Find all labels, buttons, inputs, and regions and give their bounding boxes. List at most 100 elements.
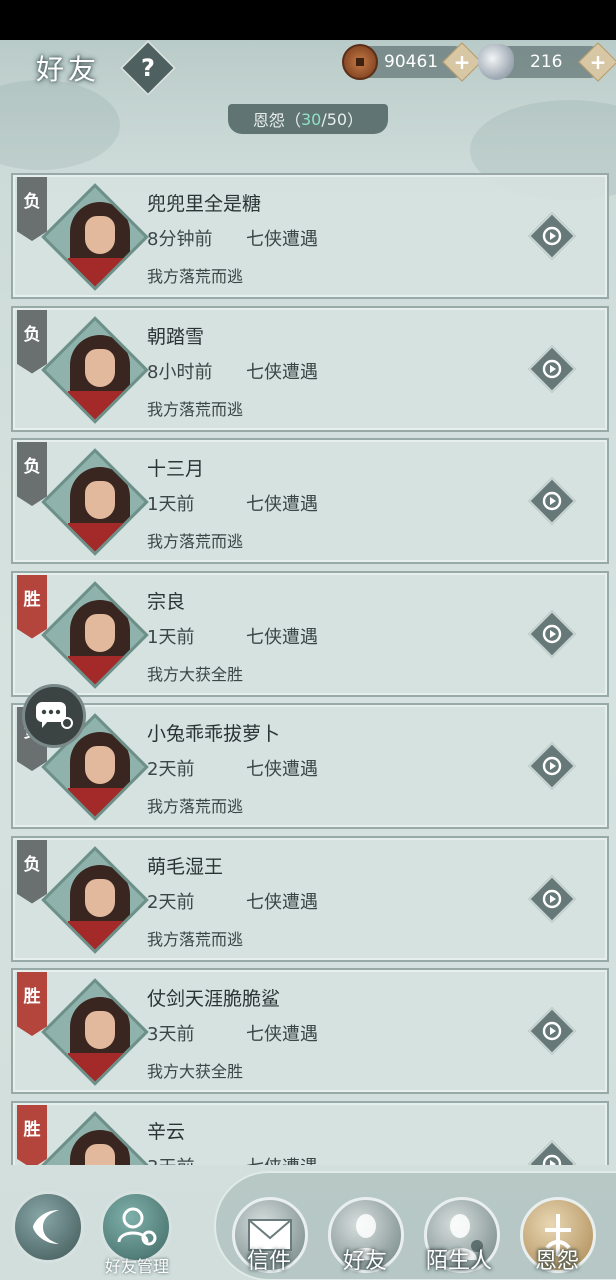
record-result: 我方大获全胜 bbox=[147, 1062, 244, 1081]
record-result: 我方落荒而逃 bbox=[147, 797, 244, 816]
enmity-record-card[interactable]: 胜 仗剑天涯脆脆鲨 3天前 七侠遭遇 我方大获全胜 bbox=[11, 968, 609, 1094]
player-name: 仗剑天涯脆脆鲨 bbox=[147, 988, 281, 1010]
replay-icon bbox=[537, 221, 567, 251]
result-tag: 胜 bbox=[17, 1104, 47, 1165]
record-event: 七侠遭遇 bbox=[246, 229, 318, 250]
portrait-icon bbox=[60, 334, 132, 421]
record-time: 1天前 bbox=[147, 494, 195, 515]
record-time: 3天前 bbox=[147, 1153, 194, 1166]
portrait-icon bbox=[60, 1129, 130, 1165]
replay-button[interactable] bbox=[527, 211, 577, 261]
portrait-icon bbox=[60, 599, 132, 686]
tab-label-friends: 好友 bbox=[342, 1249, 387, 1274]
replay-icon bbox=[537, 354, 567, 384]
player-name: 辛云 bbox=[147, 1120, 186, 1143]
record-time: 2天前 bbox=[147, 891, 195, 913]
replay-button[interactable] bbox=[527, 741, 577, 791]
enmity-record-card[interactable]: 负 小兔乖乖拔萝卜 2天前 七侠遭遇 我方落荒而逃 bbox=[11, 703, 609, 829]
replay-button[interactable] bbox=[527, 344, 577, 393]
record-time: 1天前 bbox=[147, 626, 195, 648]
portrait-icon bbox=[60, 864, 132, 951]
avatar[interactable] bbox=[41, 1110, 149, 1165]
copper-amount: 90461 bbox=[384, 52, 439, 72]
enmity-count-badge: 恩怨 （ 30 / 50 ） bbox=[228, 104, 388, 134]
friends-screen: 好友 ? 90461 + 216 + 恩怨 （ 30 / 50 ） 负 兜兜里全… bbox=[0, 40, 616, 1280]
enmity-record-card[interactable]: 负 萌毛湿王 2天前 七侠遭遇 我方落荒而逃 bbox=[11, 835, 609, 962]
replay-button[interactable] bbox=[527, 609, 577, 658]
page-title: 好友 bbox=[36, 53, 101, 86]
record-result: 我方落荒而逃 bbox=[147, 399, 244, 419]
avatar[interactable] bbox=[41, 978, 149, 1086]
silver-ingot-icon bbox=[478, 44, 514, 80]
record-event: 七侠遭遇 bbox=[246, 494, 318, 515]
portrait-icon bbox=[60, 997, 132, 1083]
record-time: 8小时前 bbox=[147, 361, 213, 383]
player-name: 小兔乖乖拔萝卜 bbox=[147, 723, 281, 745]
copper-currency: 90461 + bbox=[342, 42, 482, 82]
chat-icon bbox=[36, 702, 73, 729]
player-name: 萌毛湿王 bbox=[147, 855, 224, 878]
avatar[interactable] bbox=[41, 315, 149, 424]
help-button[interactable]: ? bbox=[119, 40, 177, 97]
result-tag: 负 bbox=[17, 309, 47, 374]
record-result: 我方落荒而逃 bbox=[147, 929, 244, 949]
enmity-record-card[interactable]: 负 兜兜里全是糖 8分钟前 七侠遭遇 我方落荒而逃 bbox=[11, 173, 609, 299]
avatar[interactable] bbox=[41, 845, 149, 954]
replay-button[interactable] bbox=[527, 1006, 577, 1056]
add-copper-button[interactable]: + bbox=[442, 42, 482, 82]
enmity-record-card[interactable]: 负 十三月 1天前 七侠遭遇 我方落荒而逃 bbox=[11, 438, 609, 564]
replay-button[interactable] bbox=[527, 874, 577, 923]
chat-bubble-button[interactable] bbox=[22, 684, 86, 748]
record-event: 七侠遭遇 bbox=[246, 891, 318, 913]
paren: ） bbox=[347, 111, 364, 130]
tab-label-enmity: 恩怨 bbox=[534, 1249, 579, 1274]
help-icon: ? bbox=[141, 54, 155, 82]
result-tag: 负 bbox=[17, 839, 47, 904]
copper-coin-icon bbox=[342, 44, 378, 80]
result-tag: 负 bbox=[17, 442, 47, 506]
silver-amount: 216 bbox=[530, 52, 563, 72]
enmity-current: 30 bbox=[300, 109, 322, 129]
replay-icon bbox=[537, 1149, 567, 1165]
result-tag: 胜 bbox=[17, 972, 47, 1036]
record-result: 我方落荒而逃 bbox=[147, 267, 244, 286]
enmity-record-card[interactable]: 胜 宗良 1天前 七侠遭遇 我方大获全胜 bbox=[11, 570, 609, 697]
portrait-icon bbox=[60, 202, 132, 288]
avatar[interactable] bbox=[41, 183, 149, 291]
replay-button[interactable] bbox=[527, 476, 577, 526]
silver-currency: 216 + bbox=[478, 42, 616, 82]
replay-icon bbox=[537, 751, 567, 781]
record-time: 3天前 bbox=[147, 1024, 195, 1045]
player-name: 兜兜里全是糖 bbox=[147, 193, 262, 215]
replay-icon bbox=[537, 619, 567, 649]
avatar[interactable] bbox=[41, 580, 149, 689]
record-time: 2天前 bbox=[147, 759, 195, 780]
record-result: 我方大获全胜 bbox=[147, 664, 244, 684]
record-event: 七侠遭遇 bbox=[246, 626, 318, 648]
record-event: 七侠遭遇 bbox=[246, 759, 318, 780]
record-event: 七侠遭遇 bbox=[246, 1153, 318, 1166]
ink-cloud-decoration bbox=[0, 80, 120, 170]
record-event: 七侠遭遇 bbox=[246, 361, 318, 383]
back-button[interactable] bbox=[12, 1191, 84, 1263]
enmity-record-list[interactable]: 负 兜兜里全是糖 8分钟前 七侠遭遇 我方落荒而逃 负 朝踏雪 8小时前 七侠遭… bbox=[0, 173, 616, 1165]
player-name: 宗良 bbox=[147, 590, 186, 613]
paren: （ bbox=[284, 111, 301, 130]
plus-icon: + bbox=[453, 50, 471, 74]
plus-icon: + bbox=[589, 50, 607, 74]
result-tag: 胜 bbox=[17, 574, 47, 639]
tab-label-strangers: 陌生人 bbox=[425, 1249, 492, 1274]
enmity-record-card[interactable]: 胜 辛云 3天前 七侠遭遇 bbox=[11, 1100, 609, 1166]
record-result: 我方落荒而逃 bbox=[147, 532, 244, 551]
enmity-max: 50 bbox=[326, 109, 348, 129]
back-arrow-icon bbox=[33, 1210, 59, 1244]
friend-settings-icon bbox=[117, 1207, 157, 1246]
replay-icon bbox=[537, 884, 567, 914]
replay-icon bbox=[537, 1016, 567, 1046]
replay-button[interactable] bbox=[527, 1139, 577, 1165]
portrait-icon bbox=[60, 467, 132, 553]
friend-manage-label: 好友管理 bbox=[104, 1257, 169, 1276]
add-silver-button[interactable]: + bbox=[578, 42, 616, 82]
enmity-record-card[interactable]: 负 朝踏雪 8小时前 七侠遭遇 我方落荒而逃 bbox=[11, 305, 609, 432]
avatar[interactable] bbox=[41, 448, 149, 556]
